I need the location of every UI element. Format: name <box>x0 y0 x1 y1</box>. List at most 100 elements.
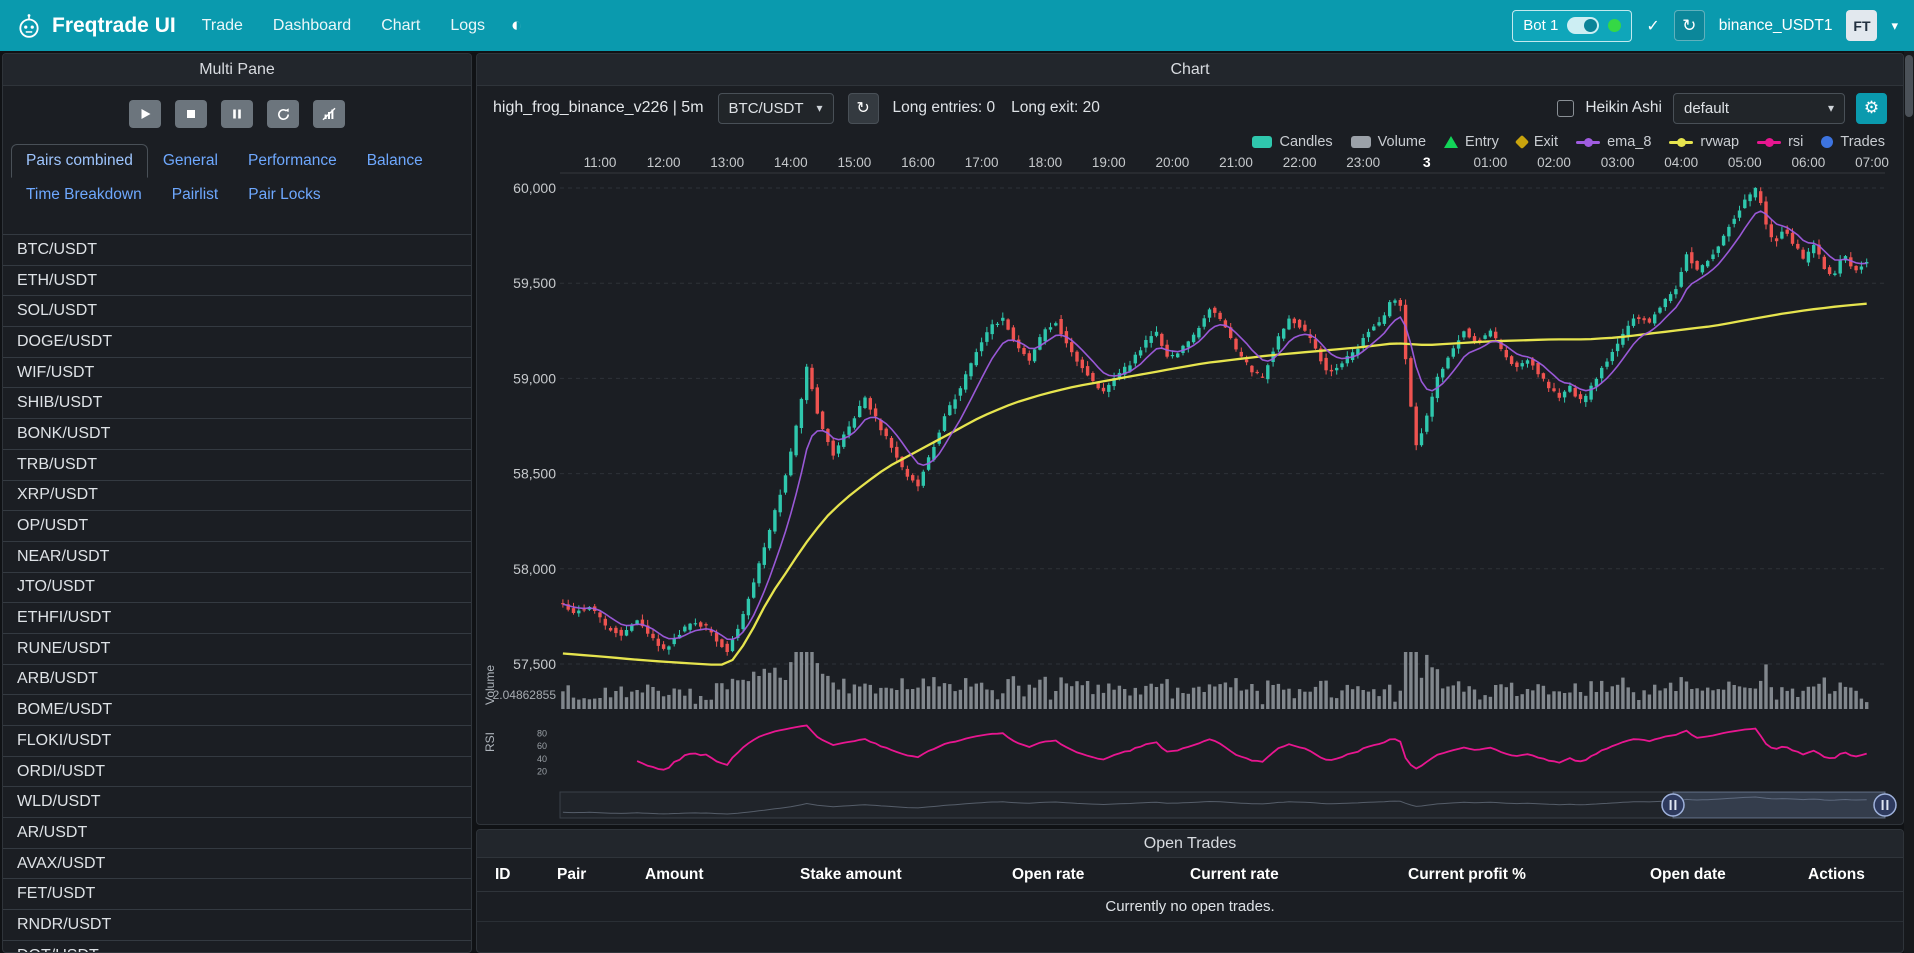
reload-icon <box>276 107 291 122</box>
pair-row-dot[interactable]: DOT/USDT <box>3 941 471 952</box>
pair-row-sol[interactable]: SOL/USDT <box>3 296 471 327</box>
pair-row-op[interactable]: OP/USDT <box>3 511 471 542</box>
pair-row-eth[interactable]: ETH/USDT <box>3 266 471 297</box>
nav-links: Trade Dashboard Chart Logs <box>202 17 485 35</box>
column-header-open-date: Open date <box>1650 866 1808 884</box>
legend-item-exit[interactable]: Exit <box>1517 134 1558 150</box>
nav-link-chart[interactable]: Chart <box>381 17 420 35</box>
svg-text:18:00: 18:00 <box>1028 155 1062 170</box>
datazoom-handle[interactable] <box>1662 794 1684 816</box>
tab-general[interactable]: General <box>148 144 233 178</box>
nav-link-trade[interactable]: Trade <box>202 17 243 35</box>
tab-pairs-combined[interactable]: Pairs combined <box>11 144 148 178</box>
pair-row-wld[interactable]: WLD/USDT <box>3 787 471 818</box>
pair-row-bonk[interactable]: BONK/USDT <box>3 419 471 450</box>
legend-label: Trades <box>1840 134 1885 150</box>
entry-marker-icon <box>1444 136 1458 148</box>
legend-item-rsi[interactable]: rsi <box>1757 134 1803 150</box>
tab-performance[interactable]: Performance <box>233 144 352 178</box>
svg-text:60: 60 <box>537 741 547 751</box>
legend-item-candles[interactable]: Candles <box>1252 134 1332 150</box>
theme-toggle-icon[interactable]: ◐ <box>511 15 522 37</box>
pair-row-floki[interactable]: FLOKI/USDT <box>3 726 471 757</box>
pair-row-doge[interactable]: DOGE/USDT <box>3 327 471 358</box>
legend-item-trades[interactable]: Trades <box>1821 134 1885 150</box>
plot-settings-button[interactable]: ⚙ <box>1856 93 1887 124</box>
cancel-chart-button[interactable] <box>313 100 345 128</box>
column-header-open-rate: Open rate <box>1012 866 1190 884</box>
pair-row-avax[interactable]: AVAX/USDT <box>3 849 471 880</box>
pause-icon <box>230 107 244 121</box>
svg-text:58,500: 58,500 <box>513 466 556 482</box>
pair-row-bome[interactable]: BOME/USDT <box>3 695 471 726</box>
play-button[interactable] <box>129 100 161 128</box>
datazoom-handle[interactable] <box>1874 794 1896 816</box>
legend-label: Volume <box>1378 134 1426 150</box>
tab-balance[interactable]: Balance <box>352 144 438 178</box>
pair-row-ordi[interactable]: ORDI/USDT <box>3 757 471 788</box>
bot-toggle-knob <box>1584 19 1597 32</box>
svg-text:22:00: 22:00 <box>1283 155 1317 170</box>
nav-link-dashboard[interactable]: Dashboard <box>273 17 351 35</box>
pair-row-ethfi[interactable]: ETHFI/USDT <box>3 603 471 634</box>
svg-text:05:00: 05:00 <box>1728 155 1762 170</box>
legend-label: rvwap <box>1700 134 1739 150</box>
nav-link-logs[interactable]: Logs <box>450 17 485 35</box>
brand: Freqtrade UI <box>16 13 176 39</box>
pair-row-ar[interactable]: AR/USDT <box>3 818 471 849</box>
tab-pairlist[interactable]: Pairlist <box>157 178 234 212</box>
stop-button[interactable] <box>175 100 207 128</box>
chart-panel: Chart high_frog_binance_v226 | 5m BTC/US… <box>476 53 1904 825</box>
legend-item-rvwap[interactable]: rvwap <box>1669 134 1739 150</box>
price-chart[interactable]: 11:0012:0013:0014:0015:0016:0017:0018:00… <box>477 154 1903 825</box>
exchange-label: binance_USDT1 <box>1719 17 1833 35</box>
pair-row-rune[interactable]: RUNE/USDT <box>3 634 471 665</box>
pair-row-shib[interactable]: SHIB/USDT <box>3 388 471 419</box>
heikin-ashi-checkbox[interactable] <box>1557 100 1574 117</box>
pair-list: BTC/USDTETH/USDTSOL/USDTDOGE/USDTWIF/USD… <box>3 234 471 952</box>
pair-row-fet[interactable]: FET/USDT <box>3 879 471 910</box>
main-content: Multi Pane Pairs combinedGeneralPerforma… <box>2 53 1904 953</box>
svg-text:3: 3 <box>1423 154 1431 170</box>
reload-bot-button[interactable] <box>267 100 299 128</box>
user-menu-caret-icon[interactable]: ▾ <box>1891 18 1898 34</box>
open-trades-header: Open Trades <box>477 830 1903 858</box>
scrollbar-thumb[interactable] <box>1905 55 1913 117</box>
tab-time-breakdown[interactable]: Time Breakdown <box>11 178 157 212</box>
bot-selector[interactable]: Bot 1 <box>1512 10 1632 42</box>
legend-item-volume[interactable]: Volume <box>1351 134 1426 150</box>
refresh-chart-button[interactable]: ↻ <box>848 93 879 124</box>
column-header-amount: Amount <box>645 866 800 884</box>
pair-row-wif[interactable]: WIF/USDT <box>3 358 471 389</box>
pair-row-arb[interactable]: ARB/USDT <box>3 665 471 696</box>
legend-label: ema_8 <box>1607 134 1651 150</box>
pair-select[interactable]: BTC/USDT ▾ <box>718 93 834 124</box>
legend-item-ema_8[interactable]: ema_8 <box>1576 134 1651 150</box>
pair-row-btc[interactable]: BTC/USDT <box>3 235 471 266</box>
pair-row-rndr[interactable]: RNDR/USDT <box>3 910 471 941</box>
pair-row-trb[interactable]: TRB/USDT <box>3 450 471 481</box>
pause-button[interactable] <box>221 100 253 128</box>
chevron-down-icon: ▾ <box>1828 101 1834 115</box>
open-trades-header-row: IDPairAmountStake amountOpen rateCurrent… <box>477 858 1903 892</box>
bot-toggle[interactable] <box>1567 17 1599 34</box>
heikin-ashi-label: Heikin Ashi <box>1585 99 1662 117</box>
reload-data-button[interactable]: ↻ <box>1674 10 1705 41</box>
rsi-marker-icon <box>1757 141 1781 144</box>
stop-icon <box>184 107 198 121</box>
user-avatar[interactable]: FT <box>1846 10 1877 41</box>
tab-pair-locks[interactable]: Pair Locks <box>233 178 335 212</box>
legend-item-entry[interactable]: Entry <box>1444 134 1499 150</box>
column-header-actions: Actions <box>1808 866 1903 884</box>
svg-text:80: 80 <box>537 729 547 739</box>
svg-text:14:00: 14:00 <box>774 155 808 170</box>
pair-select-value: BTC/USDT <box>729 100 804 117</box>
brand-title: Freqtrade UI <box>52 14 176 38</box>
plot-config-select[interactable]: default ▾ <box>1673 93 1845 124</box>
page-scrollbar[interactable] <box>1904 51 1914 953</box>
pair-row-xrp[interactable]: XRP/USDT <box>3 481 471 512</box>
pair-row-near[interactable]: NEAR/USDT <box>3 542 471 573</box>
svg-text:19:00: 19:00 <box>1092 155 1126 170</box>
chart-title: Chart <box>1170 61 1209 79</box>
pair-row-jto[interactable]: JTO/USDT <box>3 573 471 604</box>
